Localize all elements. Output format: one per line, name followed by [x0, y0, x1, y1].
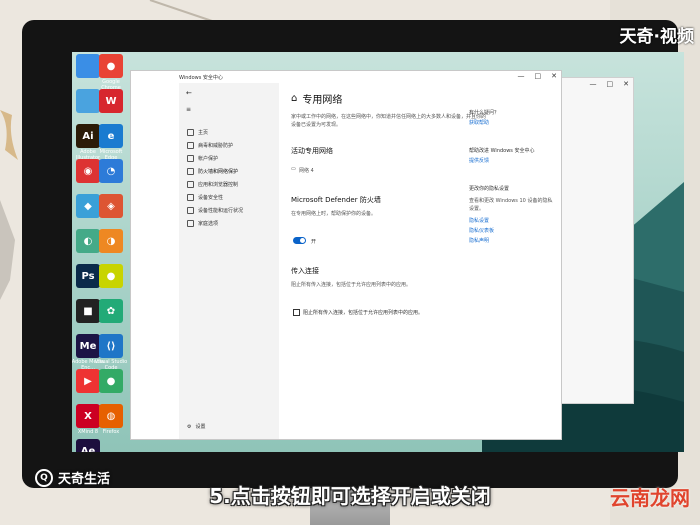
app-icon[interactable]: ▶: [76, 369, 100, 393]
security-center-window: Windows 安全中心 — □ ✕ ← ≡ 主页病毒和威胁防护 帐户保护防火墙和…: [130, 70, 562, 440]
sidebar-item-label: 家庭选项: [198, 220, 219, 227]
desktop-icon-label: Firefox: [102, 429, 120, 435]
app-icon[interactable]: ◉: [76, 159, 100, 183]
sidebar-item[interactable]: 设备安全性: [187, 192, 223, 202]
desktop-icons: ● Google Chrome W Ai Adobe Illustrator e Micro…: [72, 52, 127, 452]
get-help-link[interactable]: 获取帮助: [469, 119, 489, 126]
sidebar-item-label: 设置: [195, 424, 206, 430]
nav-icon: [187, 180, 194, 188]
maximize-icon[interactable]: □: [607, 80, 614, 88]
sidebar-item-label: 帐户保护: [198, 155, 219, 162]
toggle-state-label: 开: [311, 239, 317, 245]
sidebar-item[interactable]: 主页: [187, 127, 208, 137]
computer-icon[interactable]: [76, 54, 100, 78]
wps-icon[interactable]: W: [99, 89, 123, 113]
description-line: 家中或工作中的网络，在这些网络中，你知道并信任网络上的大多数人和设备，并且你的: [291, 114, 487, 120]
nav-icon: [187, 154, 194, 162]
feedback-heading: 帮助改进 Windows 安全中心: [469, 148, 535, 154]
sidebar-item-label: 防火墙和网络保护: [198, 168, 239, 175]
incoming-connections-heading: 传入连接: [291, 267, 319, 275]
nav-icon: [187, 206, 194, 214]
block-incoming-checkbox[interactable]: [293, 309, 300, 316]
back-arrow-icon[interactable]: ←: [186, 89, 192, 97]
sidebar-item[interactable]: 应用和浏览器控制: [187, 179, 238, 189]
home-network-icon: ⌂: [291, 93, 298, 104]
app-icon[interactable]: ●: [99, 369, 123, 393]
hamburger-menu-icon[interactable]: ≡: [186, 106, 191, 113]
network-icon: ▭: [291, 166, 296, 172]
sidebar-item[interactable]: 防火墙和网络保护: [187, 166, 238, 176]
back-window-controls: — □ ✕: [590, 78, 630, 90]
nav-icon: [187, 128, 194, 136]
folder-icon[interactable]: [76, 89, 100, 113]
xmind-icon[interactable]: X: [76, 404, 100, 428]
sidebar-item-label: 应用和浏览器控制: [198, 181, 239, 188]
media-encoder-icon[interactable]: Me: [76, 334, 100, 358]
nav-icon: [187, 193, 194, 201]
screen: ● Google Chrome W Ai Adobe Illustrator e Micro…: [72, 52, 684, 452]
content-pane: ⌂ 专用网络 家中或工作中的网络，在这些网络中，你知道并信任网络上的大多数人和设…: [291, 83, 551, 433]
close-icon[interactable]: ✕: [623, 80, 629, 88]
app-icon[interactable]: ◈: [99, 194, 123, 218]
firewall-toggle[interactable]: [293, 237, 306, 244]
app-icon[interactable]: ■: [76, 299, 100, 323]
sidebar-item[interactable]: 帐户保护: [187, 153, 218, 163]
gear-icon: ⚙: [187, 423, 192, 430]
sidebar-item[interactable]: 病毒和威胁防护: [187, 140, 233, 150]
app-icon[interactable]: ◐: [76, 229, 100, 253]
firefox-icon[interactable]: ◍: [99, 404, 123, 428]
window-controls: — □ ✕: [518, 72, 558, 80]
sidebar-item[interactable]: 设备性能和运行状况: [187, 205, 243, 215]
privacy-statement-link[interactable]: 隐私声明: [469, 237, 489, 244]
edge-icon[interactable]: e: [99, 124, 123, 148]
site-logo: 云南龙网: [610, 486, 690, 510]
subtitle-caption: 5.点击按钮即可选择开启或关闭: [209, 484, 491, 508]
network-name: 网络 4: [299, 168, 314, 174]
titlebar: Windows 安全中心 — □ ✕: [131, 71, 561, 83]
privacy-settings-link[interactable]: 隐私设置: [469, 217, 489, 224]
page-title: ⌂ 专用网络: [291, 93, 343, 106]
nav-icon: [187, 219, 194, 227]
watermark-top: 天奇·视频: [619, 27, 694, 47]
sidebar-item-settings[interactable]: ⚙ 设置: [187, 423, 206, 431]
chrome-icon[interactable]: ●: [99, 54, 123, 78]
active-networks-heading: 活动专用网络: [291, 147, 333, 155]
sidebar-item[interactable]: 家庭选项: [187, 218, 218, 228]
app-icon[interactable]: ◆: [76, 194, 100, 218]
photoshop-icon[interactable]: Ps: [76, 264, 100, 288]
sidebar-item-label: 设备性能和运行状况: [198, 207, 244, 214]
privacy-dashboard-link[interactable]: 隐私仪表板: [469, 227, 494, 234]
privacy-description: 查看和更改 Windows 10 设备的隐私: [469, 198, 553, 204]
illustrator-icon[interactable]: Ai: [76, 124, 100, 148]
help-heading: 有什么疑问？: [469, 110, 500, 116]
description-line: 设备已设置为可发现。: [291, 122, 342, 128]
checkbox-label: 阻止所有传入连接，包括位于允许应用列表中的应用。: [303, 310, 424, 316]
close-icon[interactable]: ✕: [551, 72, 557, 80]
minimize-icon[interactable]: —: [590, 80, 597, 88]
aftereffects-icon[interactable]: Ae: [76, 439, 100, 452]
app-icon[interactable]: ◑: [99, 229, 123, 253]
maximize-icon[interactable]: □: [535, 72, 542, 80]
vscode-icon[interactable]: ⟨⟩: [99, 334, 123, 358]
sidebar-item-label: 设备安全性: [198, 194, 224, 201]
nav-icon: [187, 141, 194, 149]
app-icon[interactable]: ◔: [99, 159, 123, 183]
nav-icon: [187, 167, 194, 175]
sidebar-item-label: 病毒和威胁防护: [198, 142, 234, 149]
minimize-icon[interactable]: —: [518, 72, 525, 80]
app-icon[interactable]: ✿: [99, 299, 123, 323]
firewall-heading: Microsoft Defender 防火墙: [291, 196, 381, 204]
incoming-description: 阻止所有传入连接，包括位于允许应用列表中的应用。: [291, 282, 412, 288]
firewall-description: 在专用网络上时，帮助保护你的设备。: [291, 211, 377, 217]
sidebar-item-label: 主页: [198, 129, 209, 136]
app-icon[interactable]: ●: [99, 264, 123, 288]
privacy-heading: 更改你的隐私设置: [469, 186, 510, 192]
privacy-description: 设置。: [469, 206, 485, 212]
window-title: Windows 安全中心: [179, 75, 223, 81]
give-feedback-link[interactable]: 提供反馈: [469, 157, 489, 164]
